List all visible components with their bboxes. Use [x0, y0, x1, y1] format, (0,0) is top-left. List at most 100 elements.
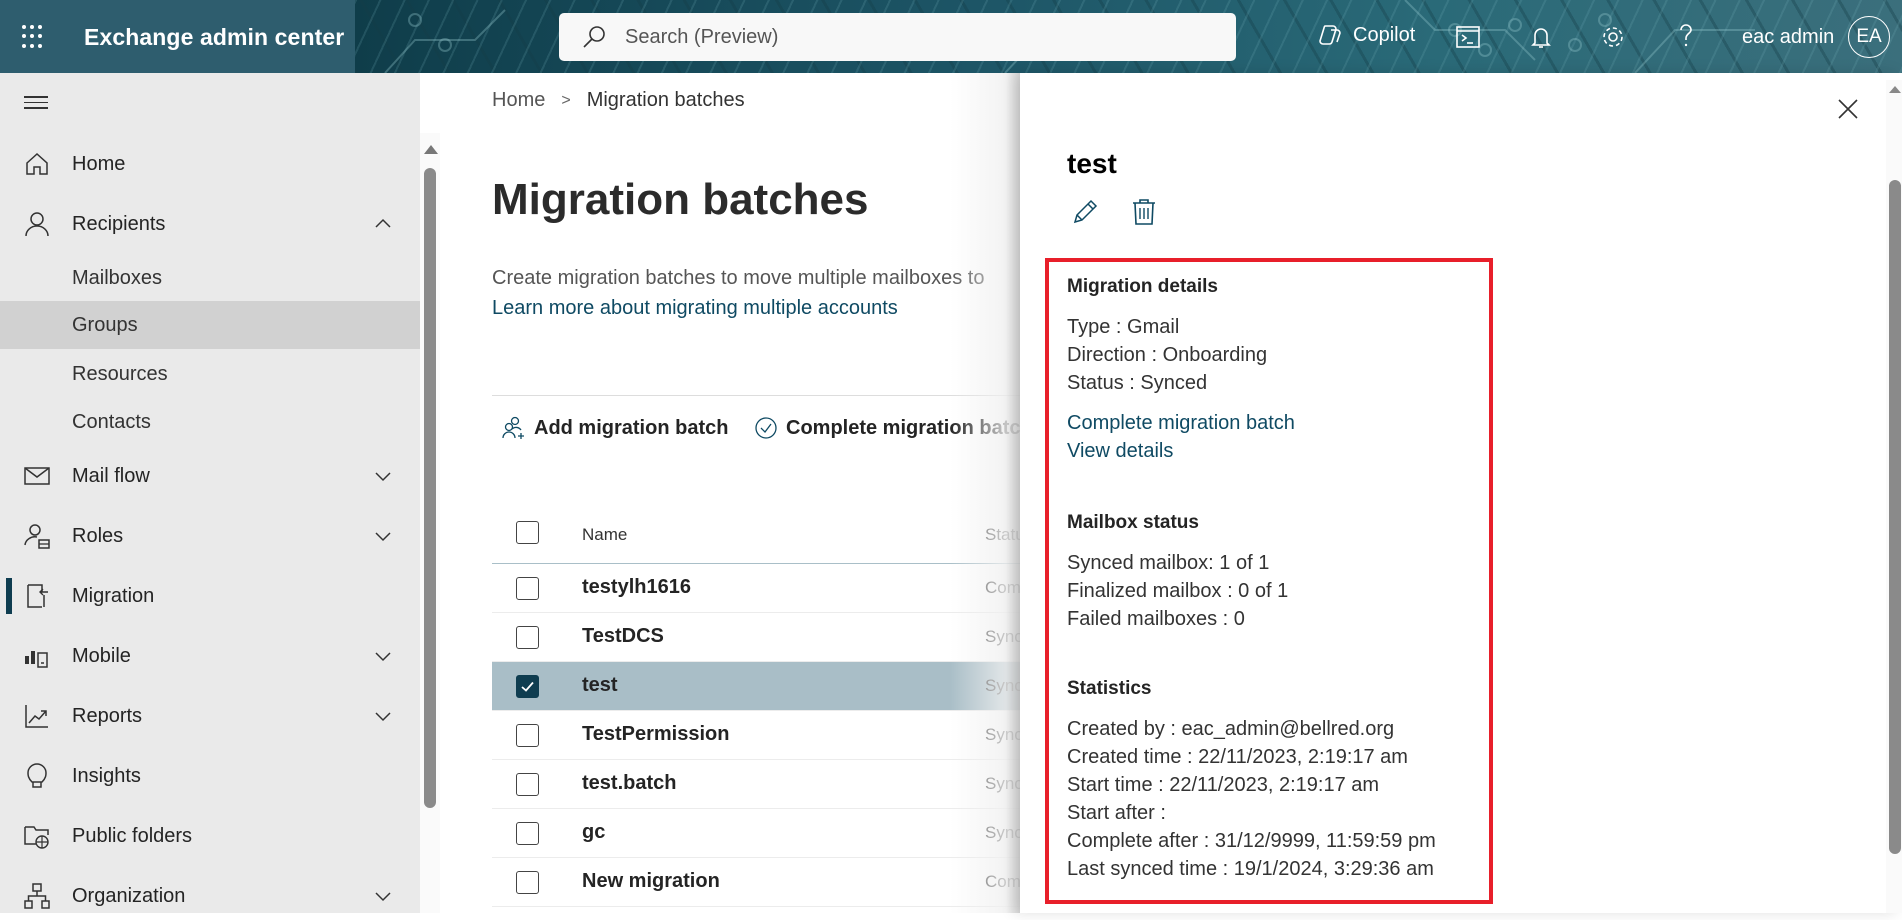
select-all-checkbox[interactable]	[516, 521, 539, 544]
sidebar-item-insights[interactable]: Insights	[0, 752, 420, 800]
notifications-button[interactable]	[1528, 24, 1554, 50]
chevron-down-icon[interactable]	[373, 466, 393, 486]
breadcrumb: Home > Migration batches	[492, 89, 745, 112]
sidebar-item-label: Roles	[72, 524, 124, 547]
page-description: Create migration batches to move multipl…	[492, 267, 985, 289]
row-status: Sync	[985, 627, 1023, 646]
divider	[492, 395, 1032, 396]
row-name[interactable]: TestPermission	[582, 723, 729, 746]
row-name[interactable]: test.batch	[582, 772, 676, 795]
sidebar-item-label: Resources	[72, 362, 168, 385]
row-checkbox[interactable]	[516, 773, 539, 796]
row-checkbox[interactable]	[516, 626, 539, 649]
chevron-down-icon[interactable]	[373, 526, 393, 546]
row-checkbox[interactable]	[516, 871, 539, 894]
sidebar-item-label: Home	[72, 152, 126, 175]
app-title: Exchange admin center	[84, 24, 345, 50]
sidebar-item-mobile[interactable]: Mobile	[0, 632, 420, 680]
sidebar-item-reports[interactable]: Reports	[0, 692, 420, 740]
failed-mailboxes: Failed mailboxes : 0	[1067, 608, 1245, 630]
edit-pencil-icon[interactable]	[1071, 198, 1099, 226]
search-input[interactable]: Search (Preview)	[559, 13, 1236, 61]
row-checkbox[interactable]	[516, 822, 539, 845]
column-header-name[interactable]: Name	[582, 525, 627, 545]
chevron-down-icon[interactable]	[373, 646, 393, 666]
table-row[interactable]: TestDCS Sync	[492, 613, 1032, 662]
table-row-selected[interactable]: test Sync	[492, 662, 1032, 711]
collapse-nav-icon[interactable]	[24, 96, 48, 112]
complete-migration-batch-link[interactable]: Complete migration batch	[1067, 412, 1295, 435]
breadcrumb-current: Migration batches	[586, 89, 745, 111]
table-row[interactable]: test.batch Sync	[492, 760, 1032, 809]
top-bar: Exchange admin center Search (Preview) C…	[0, 0, 1902, 73]
close-icon[interactable]	[1835, 96, 1861, 122]
start-time: Start time : 22/11/2023, 2:19:17 am	[1067, 774, 1380, 796]
add-migration-batch-button[interactable]: Add migration batch	[502, 416, 728, 440]
learn-more-link[interactable]: Learn more about migrating multiple acco…	[492, 297, 898, 320]
sidebar-item-roles[interactable]: Roles	[0, 512, 420, 560]
table-row[interactable]: testylh1616 Com	[492, 564, 1032, 613]
mailbox-status-heading: Mailbox status	[1067, 512, 1199, 533]
sidebar-item-label: Insights	[72, 764, 141, 787]
row-name[interactable]: test	[582, 674, 618, 697]
sidebar-item-migration[interactable]: Migration	[0, 572, 420, 620]
row-checkbox[interactable]	[516, 577, 539, 600]
complete-migration-batch-button[interactable]: Complete migration batc	[754, 416, 1020, 440]
row-name[interactable]: TestDCS	[582, 625, 664, 648]
public-folder-icon	[24, 826, 49, 849]
search-icon	[583, 26, 605, 48]
user-name[interactable]: eac admin	[1742, 26, 1834, 49]
settings-button[interactable]	[1600, 24, 1626, 50]
sidebar-item-recipients[interactable]: Recipients	[0, 200, 420, 248]
scroll-up-arrow[interactable]	[1889, 86, 1901, 93]
column-header-status[interactable]: Statu	[985, 525, 1025, 545]
row-name[interactable]: New migration	[582, 870, 720, 893]
sidebar-item-resources[interactable]: Resources	[0, 350, 420, 398]
sidebar-item-mailboxes[interactable]: Mailboxes	[0, 254, 420, 302]
mobile-icon	[25, 651, 48, 668]
lightbulb-icon	[27, 763, 47, 788]
scroll-up-arrow[interactable]	[424, 145, 438, 154]
help-button[interactable]	[1673, 22, 1699, 48]
sidebar-item-home[interactable]: Home	[0, 140, 420, 188]
sidebar-item-label: Public folders	[72, 824, 193, 847]
synced-mailbox: Synced mailbox: 1 of 1	[1067, 552, 1270, 574]
roles-icon	[24, 524, 50, 549]
sidebar-item-contacts[interactable]: Contacts	[0, 398, 420, 446]
person-icon	[25, 212, 49, 237]
row-checkbox-checked[interactable]	[516, 675, 539, 698]
sidebar-item-label: Organization	[72, 884, 186, 907]
row-name[interactable]: testylh1616	[582, 576, 691, 599]
row-checkbox[interactable]	[516, 724, 539, 747]
copilot-button[interactable]: Copilot	[1317, 22, 1415, 48]
row-name[interactable]: gc	[582, 821, 605, 844]
main-scrollbar[interactable]	[420, 133, 440, 913]
search-placeholder: Search (Preview)	[625, 25, 779, 48]
panel-scrollbar[interactable]	[1886, 80, 1902, 913]
table-row[interactable]: gc Sync	[492, 809, 1032, 858]
sidebar-item-public-folders[interactable]: Public folders	[0, 812, 420, 860]
scrollbar-thumb[interactable]	[424, 168, 436, 808]
app-launcher-icon[interactable]	[22, 25, 46, 49]
table-row[interactable]: TestPermission Sync	[492, 711, 1032, 760]
breadcrumb-home[interactable]: Home	[492, 89, 545, 112]
view-details-link[interactable]: View details	[1067, 440, 1173, 463]
gear-icon	[1603, 27, 1623, 47]
trash-icon[interactable]	[1131, 198, 1157, 226]
row-status: Com	[985, 872, 1021, 891]
scrollbar-thumb[interactable]	[1889, 180, 1901, 854]
cloud-shell-button[interactable]	[1455, 24, 1481, 50]
avatar[interactable]: EA	[1848, 16, 1890, 58]
sidebar-item-groups[interactable]: Groups	[0, 301, 420, 349]
chevron-up-icon[interactable]	[373, 214, 393, 234]
sidebar-item-mail-flow[interactable]: Mail flow	[0, 452, 420, 500]
breadcrumb-separator: >	[561, 91, 571, 109]
sidebar-item-label: Mailboxes	[72, 266, 163, 289]
checkmark-circle-icon	[755, 417, 777, 439]
add-migration-batch-label: Add migration batch	[534, 416, 729, 439]
row-status: Sync	[985, 774, 1023, 793]
table-row[interactable]: New migration Com	[492, 858, 1032, 907]
sidebar-item-label: Mobile	[72, 644, 131, 667]
chevron-down-icon[interactable]	[373, 706, 393, 726]
chevron-down-icon[interactable]	[373, 886, 393, 906]
